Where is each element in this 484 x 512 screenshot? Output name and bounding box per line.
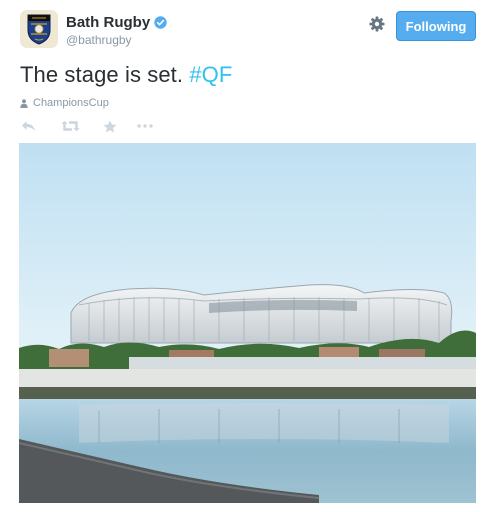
- gear-icon[interactable]: [369, 16, 385, 32]
- more-icon: [137, 124, 153, 128]
- tweet-photo[interactable]: [19, 143, 476, 503]
- display-name-row[interactable]: Bath Rugby: [66, 12, 167, 32]
- stadium-photo: [19, 143, 476, 503]
- user-names: Bath Rugby @bathrugby: [66, 12, 167, 47]
- reply-action[interactable]: [20, 118, 36, 134]
- user-handle[interactable]: @bathrugby: [66, 33, 167, 47]
- retweet-action[interactable]: [60, 118, 80, 134]
- more-action[interactable]: [137, 118, 153, 134]
- tweet-actions: [20, 118, 153, 134]
- following-button[interactable]: Following: [396, 11, 476, 41]
- favorite-action[interactable]: [103, 118, 117, 134]
- retweet-icon: [61, 120, 79, 132]
- place-tag[interactable]: ChampionsCup: [20, 97, 109, 109]
- place-label[interactable]: ChampionsCup: [33, 97, 109, 109]
- tweet-body: The stage is set.: [20, 62, 190, 87]
- avatar[interactable]: [20, 10, 58, 48]
- display-name[interactable]: Bath Rugby: [66, 14, 150, 31]
- person-icon: [20, 98, 28, 108]
- verified-badge-icon: [154, 15, 167, 29]
- favorite-icon: [103, 120, 117, 132]
- tweet-text: The stage is set. #QF: [20, 62, 232, 88]
- reply-icon: [21, 121, 35, 131]
- hashtag-link[interactable]: #QF: [189, 62, 232, 87]
- tweet-card: Bath Rugby @bathrugby Following The stag…: [0, 0, 484, 512]
- bath-rugby-crest-icon: [20, 10, 58, 48]
